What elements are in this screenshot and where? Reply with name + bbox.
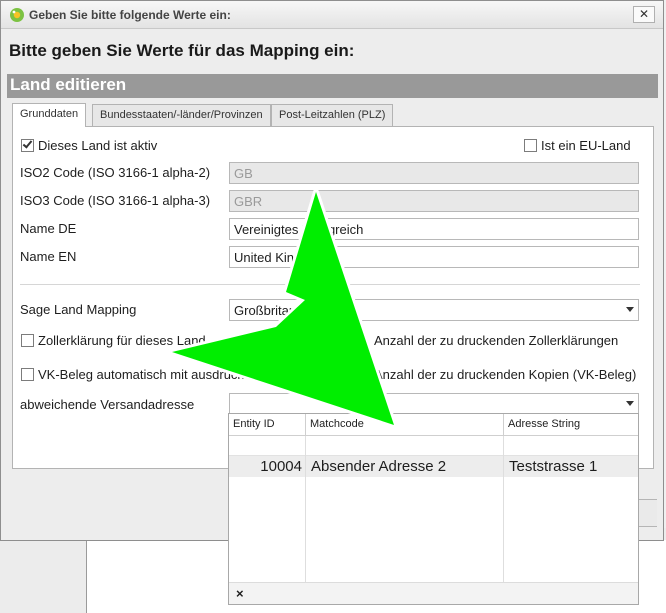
checkmark-icon [22, 138, 33, 149]
form-separator [20, 284, 640, 285]
table-row-empty[interactable] [229, 436, 638, 456]
sage-mapping-value: Großbritannien [234, 303, 321, 318]
name-de-field[interactable]: Vereinigtes Königreich [229, 218, 639, 240]
window-close-button[interactable]: ✕ [633, 6, 655, 23]
sage-mapping-select[interactable]: Großbritannien [229, 299, 639, 321]
column-header-matchcode[interactable]: Matchcode [306, 414, 504, 436]
chevron-down-icon[interactable] [626, 401, 634, 406]
title-bar[interactable]: Geben Sie bitte folgende Werte ein: ✕ [1, 1, 663, 29]
eu-checkbox[interactable] [524, 139, 537, 152]
iso2-label: ISO2 Code (ISO 3166-1 alpha-2) [20, 165, 211, 180]
cell-adresse: Teststrasse 1 [509, 458, 598, 475]
versand-dropdown-popup[interactable]: Entity ID Matchcode Adresse String 10004… [228, 413, 639, 605]
name-de-label: Name DE [20, 221, 77, 236]
column-divider [305, 436, 306, 583]
zoll-checkbox[interactable] [21, 334, 34, 347]
active-checkbox[interactable] [21, 138, 34, 152]
app-logo-icon [10, 8, 24, 22]
iso3-label: ISO3 Code (ISO 3166-1 alpha-3) [20, 193, 211, 208]
column-header-adresse[interactable]: Adresse String [504, 414, 638, 436]
versand-label: abweichende Versandadresse [20, 397, 195, 412]
versand-select[interactable] [229, 393, 639, 415]
eu-checkbox-label: Ist ein EU-Land [541, 138, 631, 153]
close-icon[interactable]: × [236, 586, 244, 601]
popup-footer: × [229, 582, 638, 604]
iso3-field[interactable]: GBR [229, 190, 639, 212]
column-divider [503, 436, 504, 583]
dialog-heading: Bitte geben Sie Werte für das Mapping ei… [9, 41, 355, 60]
cell-entity-id: 10004 [260, 458, 302, 475]
vk-checkbox-label: VK-Beleg automatisch mit ausdrucken [38, 367, 259, 382]
tab-postleitzahlen[interactable]: Post-Leitzahlen (PLZ) [271, 104, 394, 126]
tab-grunddaten[interactable]: Grunddaten [12, 103, 87, 127]
sage-mapping-label: Sage Land Mapping [20, 302, 137, 317]
column-header-entity-id[interactable]: Entity ID [229, 414, 306, 436]
zoll-checkbox-label: Zollerklärung für dieses Land [38, 333, 206, 348]
tab-bundesstaaten[interactable]: Bundesstaaten/-länder/Provinzen [92, 104, 271, 126]
name-en-field[interactable]: United Kingdom [229, 246, 639, 268]
vk-checkbox[interactable] [21, 368, 34, 381]
zoll-count-label: Anzahl der zu druckenden Zollerklärungen [374, 333, 619, 348]
chevron-down-icon[interactable] [626, 307, 634, 312]
active-checkbox-label: Dieses Land ist aktiv [38, 138, 158, 153]
iso2-field[interactable]: GB [229, 162, 639, 184]
table-row[interactable]: 10004 Absender Adresse 2 Teststrasse 1 [229, 456, 638, 477]
cell-matchcode: Absender Adresse 2 [311, 458, 447, 475]
window-title: Geben Sie bitte folgende Werte ein: [29, 8, 231, 22]
section-title: Land editieren [7, 74, 658, 98]
vk-count-label: Anzahl der zu druckenden Kopien (VK-Bele… [374, 367, 637, 382]
name-en-label: Name EN [20, 249, 77, 264]
